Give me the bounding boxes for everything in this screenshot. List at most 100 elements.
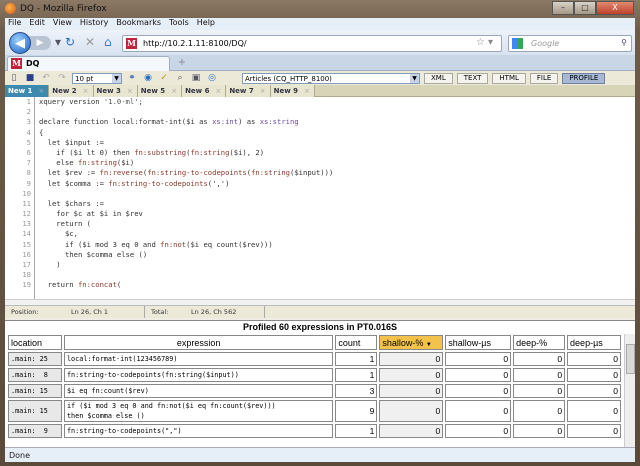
close-tab-icon[interactable]: × bbox=[83, 87, 89, 95]
code-editor[interactable]: 1 2 3 4 5 6 7 8 9 10 11 12 13 14 15 16 17 18 19 xquery ver… bbox=[5, 97, 635, 299]
menu-bookmarks[interactable]: Bookmarks bbox=[116, 18, 161, 30]
column-shallow-us[interactable]: shallow-µs bbox=[445, 335, 512, 350]
find-icon[interactable]: ⚭ bbox=[126, 73, 138, 83]
code-token: return bbox=[39, 280, 78, 290]
close-tab-icon[interactable]: × bbox=[304, 87, 310, 95]
cell-expression[interactable]: if ($i mod 3 eq 0 and fn:not($i eq fn:co… bbox=[63, 400, 334, 422]
menu-help[interactable]: Help bbox=[197, 18, 215, 30]
code-token: let $rev := bbox=[39, 168, 100, 178]
menu-bar: File Edit View History Bookmarks Tools H… bbox=[5, 18, 635, 30]
cell-location[interactable]: .main: 8 bbox=[8, 368, 62, 382]
cell-expression[interactable]: local:format-int(123456789) bbox=[63, 352, 334, 366]
code-token: fn:string-to-codepoints bbox=[147, 168, 247, 178]
column-shallow-pct[interactable]: shallow-% ▼ bbox=[379, 335, 444, 350]
close-button[interactable]: X bbox=[596, 1, 634, 15]
code-token: ($i eq count($rev))) bbox=[186, 239, 273, 249]
scrollbar-thumb[interactable] bbox=[626, 344, 635, 374]
column-expression[interactable]: expression bbox=[63, 335, 334, 350]
cell-shallow-pct: 0 bbox=[379, 400, 444, 422]
code-line: then $comma else () bbox=[39, 250, 333, 260]
font-size-select[interactable]: 10 pt ▼ bbox=[72, 72, 122, 84]
close-tab-icon[interactable]: × bbox=[127, 87, 133, 95]
doc-tab[interactable]: New 7 × bbox=[226, 85, 271, 97]
magnify-icon[interactable]: ⌕ bbox=[174, 73, 186, 83]
new-tab-button[interactable]: + bbox=[175, 57, 189, 69]
line-number: 14 bbox=[22, 229, 31, 239]
mode-text-button[interactable]: TEXT bbox=[456, 72, 489, 84]
close-tab-icon[interactable]: × bbox=[215, 87, 221, 95]
cell-location[interactable]: .main: 15 bbox=[8, 400, 62, 422]
mode-file-button[interactable]: FILE bbox=[529, 72, 559, 84]
url-text: http://10.2.1.11:8100/DQ/ bbox=[143, 39, 247, 48]
column-location[interactable]: location bbox=[8, 335, 62, 350]
doc-tab[interactable]: New 1 × bbox=[5, 85, 50, 97]
search-input[interactable]: Google ⚲ bbox=[508, 35, 632, 52]
vertical-scrollbar[interactable] bbox=[624, 334, 635, 448]
cell-shallow-us: 0 bbox=[445, 368, 512, 382]
code-line: return ( bbox=[39, 219, 333, 229]
menu-tools[interactable]: Tools bbox=[169, 18, 189, 30]
menu-file[interactable]: File bbox=[8, 18, 21, 30]
cell-location[interactable]: .main: 15 bbox=[8, 384, 62, 398]
code-token: then $comma else () bbox=[39, 249, 148, 259]
document-icon[interactable]: ▣ bbox=[190, 73, 202, 83]
redo-icon[interactable]: ↷ bbox=[56, 73, 68, 83]
code-token: if ($i mod 3 eq 0 and bbox=[39, 239, 161, 249]
mode-profile-button[interactable]: PROFILE bbox=[562, 72, 606, 84]
code-line: else fn:string($i) bbox=[39, 158, 333, 168]
line-number: 13 bbox=[22, 219, 31, 229]
cell-expression[interactable]: $i eq fn:count($rev) bbox=[63, 384, 334, 398]
stop-icon[interactable]: ✕ bbox=[85, 36, 95, 48]
minimize-button[interactable]: – bbox=[552, 1, 574, 15]
code-token: $c, bbox=[39, 229, 78, 239]
code-content[interactable]: xquery version '1.0-ml'; declare function… bbox=[39, 97, 333, 291]
maximize-button[interactable]: □ bbox=[574, 1, 596, 15]
table-row: .main: 9 fn:string-to-codepoints(",") 1 … bbox=[8, 424, 621, 438]
url-bar[interactable]: M http://10.2.1.11:8100/DQ/ ☆ ▾ bbox=[122, 35, 502, 52]
mode-xml-button[interactable]: XML bbox=[424, 72, 453, 84]
close-tab-icon[interactable]: × bbox=[171, 87, 177, 95]
forward-button[interactable]: ▶ bbox=[29, 36, 51, 50]
globe-icon[interactable]: ◉ bbox=[142, 73, 154, 83]
undo-icon[interactable]: ↶ bbox=[40, 73, 52, 83]
cell-location[interactable]: .main: 25 bbox=[8, 352, 62, 366]
doc-tab[interactable]: New 2 × bbox=[49, 85, 94, 97]
reload-icon[interactable]: ↻ bbox=[65, 36, 75, 48]
cell-location[interactable]: .main: 9 bbox=[8, 424, 62, 438]
doc-tab[interactable]: New 5 × bbox=[137, 85, 183, 97]
doc-tab[interactable]: New 6 × bbox=[182, 85, 227, 97]
cell-expression[interactable]: fn:string-to-codepoints(fn:string($input… bbox=[63, 368, 334, 382]
history-dropdown-icon[interactable]: ▾ bbox=[55, 36, 61, 48]
browser-tab-dq[interactable]: M DQ bbox=[7, 56, 170, 71]
clean-icon[interactable]: ✓ bbox=[158, 73, 170, 83]
column-deep-pct[interactable]: deep-% bbox=[513, 335, 566, 350]
bookmark-star-icon[interactable]: ☆ ▾ bbox=[476, 37, 493, 48]
back-button[interactable]: ◀ bbox=[9, 32, 31, 54]
home-icon[interactable]: ⌂ bbox=[104, 36, 112, 48]
cell-shallow-us: 0 bbox=[445, 352, 512, 366]
search-icon[interactable]: ⚲ bbox=[621, 38, 627, 47]
doc-tab[interactable]: New 9 × bbox=[270, 85, 315, 97]
cell-shallow-pct: 0 bbox=[379, 352, 444, 366]
doc-tab[interactable]: New 3 × bbox=[93, 85, 138, 97]
cell-shallow-us: 0 bbox=[445, 384, 512, 398]
code-token: let $comma := bbox=[39, 178, 109, 188]
new-file-icon[interactable]: ▯ bbox=[8, 73, 20, 83]
menu-view[interactable]: View bbox=[53, 18, 72, 30]
column-deep-us[interactable]: deep-µs bbox=[567, 335, 621, 350]
site-favicon: M bbox=[11, 58, 22, 69]
document-tabs: New 1 × New 2 × New 3 × New 5 × New 6 × New 7 × New … bbox=[5, 85, 635, 97]
save-icon[interactable]: ■ bbox=[24, 73, 36, 83]
close-tab-icon[interactable]: × bbox=[260, 87, 266, 95]
cell-expression[interactable]: fn:string-to-codepoints(",") bbox=[63, 424, 334, 438]
help-icon[interactable]: ◎ bbox=[206, 73, 218, 83]
database-select[interactable]: Articles (CQ_HTTP_8100) ▼ bbox=[242, 72, 420, 84]
cell-deep-pct: 0 bbox=[513, 368, 566, 382]
menu-edit[interactable]: Edit bbox=[29, 18, 45, 30]
font-size-value: 10 pt bbox=[75, 74, 94, 83]
close-tab-icon[interactable]: × bbox=[38, 87, 44, 95]
mode-html-button[interactable]: HTML bbox=[492, 72, 526, 84]
code-token: fn:string bbox=[77, 158, 117, 168]
column-count[interactable]: count bbox=[335, 335, 378, 350]
menu-history[interactable]: History bbox=[80, 18, 108, 30]
